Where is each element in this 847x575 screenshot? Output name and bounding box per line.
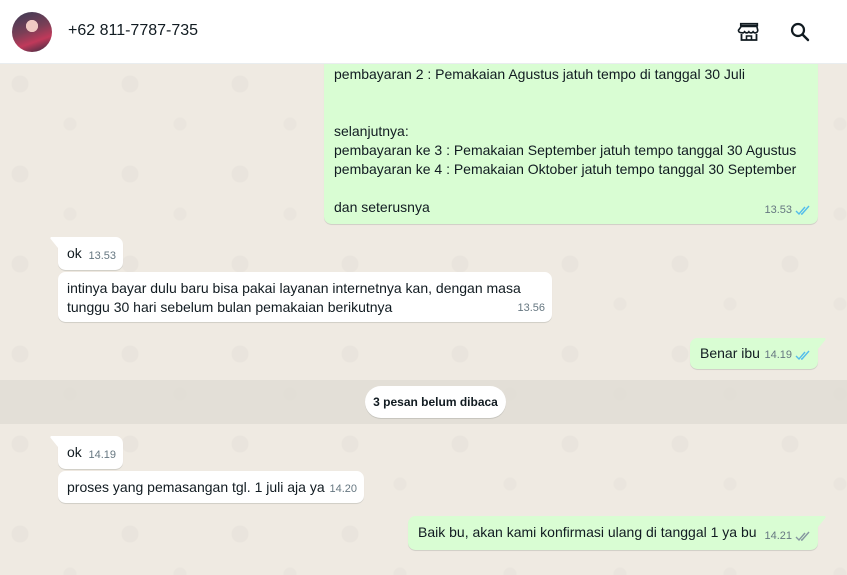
search-icon[interactable] <box>788 20 812 44</box>
chat-area[interactable]: pembayaran 2 : Pemakaian Agustus jatuh t… <box>0 64 847 575</box>
message-text: proses yang pemasangan tgl. 1 juli aja y… <box>67 479 325 495</box>
store-icon[interactable] <box>737 20 761 44</box>
message-time: 14.19 <box>764 349 792 361</box>
message-time: 13.53 <box>764 204 792 216</box>
message-time: 14.19 <box>88 449 116 461</box>
bubble-tail-icon <box>818 338 826 349</box>
bubble-tail-icon <box>50 237 58 248</box>
contact-avatar[interactable] <box>12 12 52 52</box>
message-meta: 13.53 <box>764 201 811 220</box>
message-bubble-incoming[interactable]: intinya bayar dulu baru bisa pakai layan… <box>58 272 552 322</box>
message-time: 13.53 <box>88 250 116 262</box>
message-text: ok <box>67 245 82 261</box>
message-bubble-incoming[interactable]: ok 13.53 <box>50 237 123 270</box>
message-time: 14.21 <box>764 530 792 542</box>
delivered-ticks-icon <box>795 531 811 542</box>
message-text: intinya bayar dulu baru bisa pakai layan… <box>67 280 521 315</box>
message-bubble-outgoing[interactable]: Benar ibu 14.19 <box>690 338 826 369</box>
bubble-tail-icon <box>818 516 826 527</box>
message-time: 14.20 <box>329 483 357 495</box>
read-ticks-icon <box>795 350 811 361</box>
message-meta: 14.19 <box>764 346 811 365</box>
chat-header: +62 811-7787-735 <box>0 0 847 64</box>
message-meta: 14.20 <box>329 480 357 499</box>
search-icon-glyph <box>790 22 810 42</box>
message-time: 13.56 <box>517 302 545 314</box>
message-meta: 13.56 <box>517 299 545 318</box>
store-icon-glyph <box>737 22 759 41</box>
message-bubble-incoming[interactable]: ok 14.19 <box>50 436 123 469</box>
bubble-tail-icon <box>50 436 58 447</box>
message-text: Benar ibu <box>700 345 760 361</box>
message-meta: 14.19 <box>88 446 116 465</box>
message-bubble-incoming[interactable]: proses yang pemasangan tgl. 1 juli aja y… <box>58 471 364 503</box>
message-meta: 13.53 <box>88 247 116 266</box>
unread-messages-divider: 3 pesan belum dibaca <box>365 386 506 418</box>
message-text: Baik bu, akan kami konfirmasi ulang di t… <box>418 524 757 540</box>
read-ticks-icon <box>795 205 811 216</box>
message-bubble-outgoing[interactable]: pembayaran 2 : Pemakaian Agustus jatuh t… <box>324 64 818 224</box>
message-bubble-outgoing[interactable]: Baik bu, akan kami konfirmasi ulang di t… <box>408 516 826 550</box>
message-meta: 14.21 <box>764 527 811 546</box>
contact-name[interactable]: +62 811-7787-735 <box>68 22 198 40</box>
message-text: pembayaran 2 : Pemakaian Agustus jatuh t… <box>334 66 797 215</box>
message-text: ok <box>67 444 82 460</box>
